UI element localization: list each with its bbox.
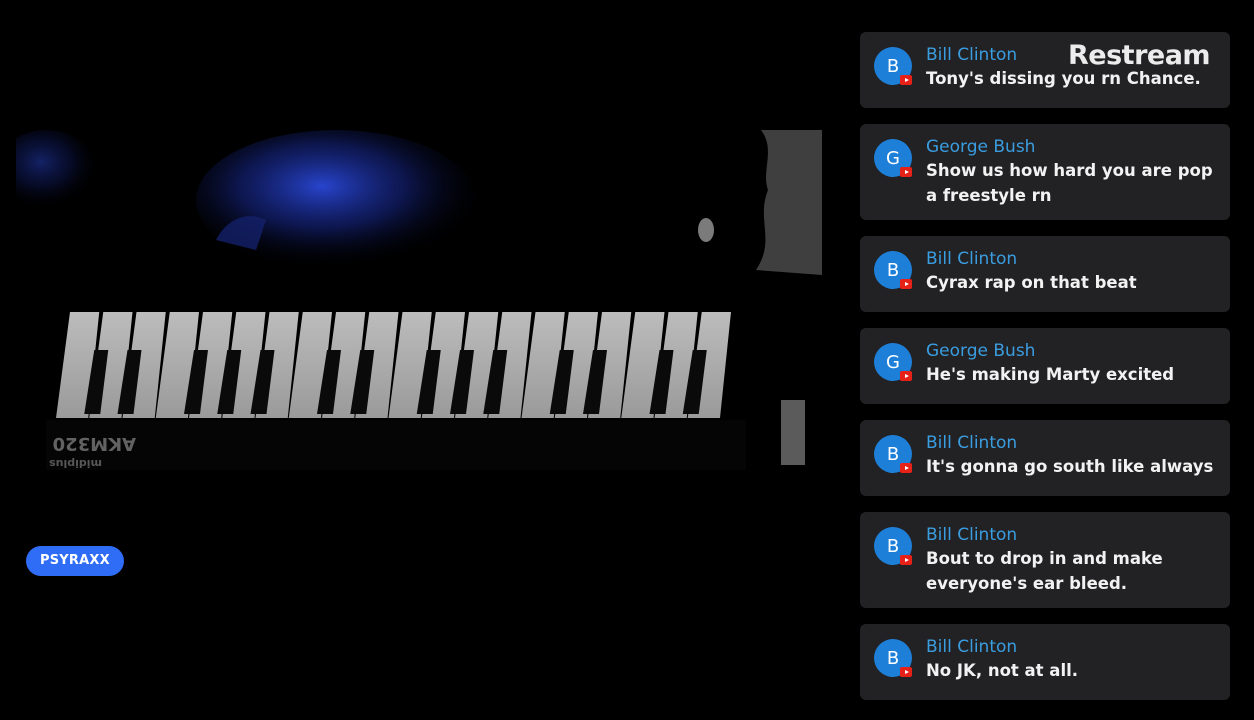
- youtube-icon: [900, 279, 912, 289]
- video-feed: AKM320 midiplus: [16, 130, 822, 500]
- chat-author: Bill Clinton: [926, 525, 1018, 545]
- chat-feed: B Bill Clinton Tony's dissing you rn Chanc…: [860, 32, 1230, 716]
- chat-message: B Bill Clinton Cyrax rap on that beat: [860, 236, 1230, 312]
- keyboard-brand-label: midiplus: [49, 457, 102, 470]
- chat-message: B Bill Clinton It's gonna go south like al…: [860, 420, 1230, 496]
- chat-author: George Bush: [926, 137, 1036, 157]
- youtube-icon: [900, 167, 912, 177]
- brand-logo: Restream: [1068, 40, 1211, 71]
- piano-keys: [46, 312, 746, 470]
- keyboard-scene: AKM320 midiplus: [16, 130, 822, 500]
- chat-author: George Bush: [926, 341, 1036, 361]
- keyboard-model-label: AKM320: [53, 433, 136, 454]
- chat-text: Show us how hard you are pop a freestyle…: [926, 161, 1213, 205]
- youtube-icon: [900, 667, 912, 677]
- chat-message: G George Bush Show us how hard you are pop…: [860, 124, 1230, 220]
- youtube-icon: [900, 463, 912, 473]
- blue-light-glow: [196, 130, 476, 270]
- chat-text: Cyrax rap on that beat: [926, 273, 1137, 292]
- chat-message: B Bill Clinton Bout to drop in and make ev…: [860, 512, 1230, 608]
- youtube-icon: [900, 75, 912, 85]
- chat-author: Bill Clinton: [926, 637, 1018, 657]
- youtube-icon: [900, 555, 912, 565]
- chat-text: No JK, not at all.: [926, 661, 1079, 680]
- chat-message: B Bill Clinton No JK, not at all.: [860, 624, 1230, 700]
- chat-author: Bill Clinton: [926, 433, 1018, 453]
- chat-text: It's gonna go south like always: [926, 457, 1214, 476]
- youtube-icon: [900, 371, 912, 381]
- chat-text: Bout to drop in and make everyone's ear …: [926, 549, 1163, 593]
- chat-message: G George Bush He's making Marty excited: [860, 328, 1230, 404]
- keyboard-body: [46, 420, 746, 470]
- chat-author: Bill Clinton: [926, 249, 1018, 269]
- streamer-name-badge: PSYRAXX: [26, 546, 124, 576]
- chat-text: He's making Marty excited: [926, 365, 1175, 384]
